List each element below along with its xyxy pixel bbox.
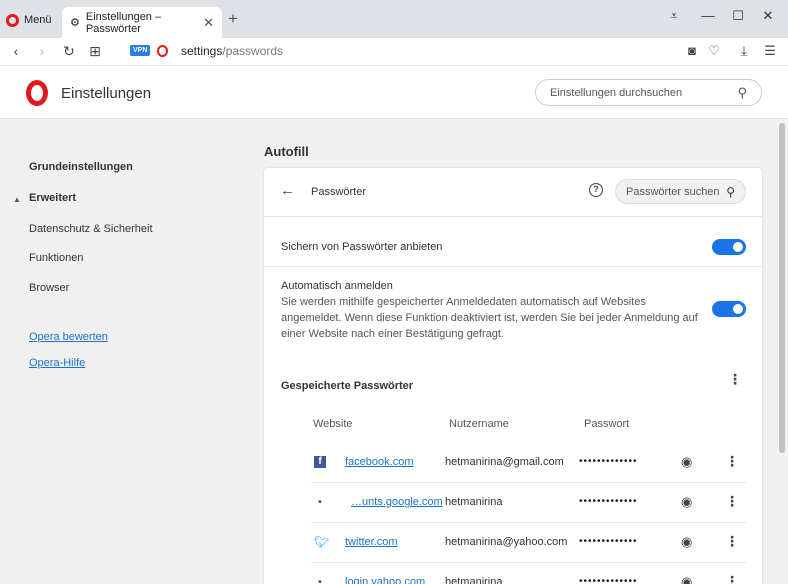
scrollbar-thumb[interactable]: [779, 123, 785, 453]
tab-settings-passwords[interactable]: ⚙ Einstellungen – Passwörter ✕: [62, 7, 222, 38]
collapse-arrow-icon[interactable]: ▲: [13, 195, 21, 204]
column-header-website: Website: [313, 418, 353, 430]
password-masked: •••••••••••••: [579, 576, 638, 584]
show-password-eye-icon[interactable]: ◉: [681, 534, 692, 550]
twitter-icon: 🐦︎: [314, 535, 330, 549]
back-icon[interactable]: ‹: [8, 43, 24, 59]
offer-save-toggle[interactable]: [712, 239, 746, 255]
camera-icon[interactable]: ◙: [684, 43, 700, 58]
sidebar-item-features[interactable]: Funktionen: [29, 252, 83, 264]
site-link[interactable]: facebook.com: [345, 456, 413, 468]
row-menu-icon[interactable]: ⋮: [725, 573, 739, 584]
document-icon: ▪: [318, 576, 322, 584]
show-password-eye-icon[interactable]: ◉: [681, 574, 692, 584]
settings-header: Einstellungen Einstellungen durchsuchen …: [0, 66, 788, 119]
password-search-input[interactable]: Passwörter suchen ⚲: [615, 179, 746, 204]
site-link[interactable]: twitter.com: [345, 536, 398, 548]
passwords-card: ← Passwörter ? Passwörter suchen ⚲ Siche…: [264, 168, 762, 584]
password-masked: •••••••••••••: [579, 456, 638, 467]
title-bar: Menü ⚙ Einstellungen – Passwörter ✕ + ⩡ …: [0, 0, 788, 38]
heart-icon[interactable]: ♡: [706, 43, 722, 59]
auto-signin-label: Automatisch anmelden: [281, 280, 393, 292]
password-row: f facebook.com hetmanirina@gmail.com •••…: [311, 443, 746, 483]
sidebar-item-privacy[interactable]: Datenschutz & Sicherheit: [29, 223, 153, 235]
url-field[interactable]: settings/passwords: [181, 44, 283, 58]
sidebar: Grundeinstellungen ▲ Erweitert Datenschu…: [0, 119, 196, 584]
password-masked: •••••••••••••: [579, 496, 638, 507]
settings-search-placeholder: Einstellungen durchsuchen: [550, 86, 683, 99]
minimize-button[interactable]: —: [698, 8, 718, 23]
password-search-placeholder: Passwörter suchen: [626, 185, 720, 198]
offer-save-label: Sichern von Passwörter anbieten: [281, 241, 443, 253]
password-row: ▪ login.yahoo.com hetmanirina ••••••••••…: [311, 563, 746, 584]
opera-logo-icon: [6, 13, 19, 27]
opera-menu-button[interactable]: Menü: [6, 10, 52, 30]
opera-help-link[interactable]: Opera-Hilfe: [29, 357, 85, 369]
show-password-eye-icon[interactable]: ◉: [681, 494, 692, 510]
settings-search-input[interactable]: Einstellungen durchsuchen ⚲: [535, 79, 762, 106]
site-link[interactable]: login.yahoo.com: [345, 576, 425, 584]
opera-url-icon: [157, 45, 168, 60]
divider: [264, 216, 762, 217]
sidebar-item-advanced[interactable]: Erweitert: [29, 192, 76, 204]
facebook-icon: f: [314, 456, 326, 468]
speed-dial-icon[interactable]: ⊞: [87, 43, 103, 60]
search-icon: ⚲: [737, 84, 747, 100]
section-title-autofill: Autofill: [264, 144, 309, 159]
tab-close-icon[interactable]: ✕: [203, 15, 214, 31]
auto-signin-description: Sie werden mithilfe gespeicherter Anmeld…: [281, 296, 698, 340]
search-icon: ⚲: [726, 184, 735, 199]
card-title: Passwörter: [311, 186, 367, 198]
row-menu-icon[interactable]: ⋮: [725, 453, 739, 470]
document-icon: ▪: [318, 496, 322, 508]
saved-passwords-title: Gespeicherte Passwörter: [281, 380, 414, 392]
tab-menu-icon[interactable]: ⩡: [664, 8, 684, 24]
divider: [264, 266, 762, 267]
auto-signin-toggle[interactable]: [712, 301, 746, 317]
gear-icon: ⚙: [70, 17, 80, 29]
new-tab-button[interactable]: +: [228, 9, 238, 29]
password-masked: •••••••••••••: [579, 536, 638, 547]
saved-passwords-menu-icon[interactable]: ⋮: [728, 371, 742, 388]
tab-title: Einstellungen – Passwörter: [85, 10, 162, 35]
easy-setup-icon[interactable]: ☰: [762, 43, 778, 59]
help-icon[interactable]: ?: [589, 183, 603, 197]
scrollbar[interactable]: [776, 119, 788, 584]
sidebar-item-browser[interactable]: Browser: [29, 282, 69, 294]
reload-icon[interactable]: ↻: [61, 43, 77, 60]
forward-icon[interactable]: ›: [34, 43, 50, 59]
show-password-eye-icon[interactable]: ◉: [681, 454, 692, 470]
rate-opera-link[interactable]: Opera bewerten: [29, 331, 108, 343]
password-row: ▪ …unts.google.com hetmanirina •••••••••…: [311, 483, 746, 523]
username: hetmanirina@yahoo.com: [445, 536, 568, 548]
back-arrow-icon[interactable]: ←: [280, 182, 295, 199]
password-row: 🐦︎ twitter.com hetmanirina@yahoo.com •••…: [311, 523, 746, 563]
row-menu-icon[interactable]: ⋮: [725, 533, 739, 550]
username: hetmanirina: [445, 576, 503, 584]
vpn-badge[interactable]: VPN: [130, 45, 151, 56]
opera-logo-icon: [26, 80, 48, 109]
column-header-password: Passwort: [584, 418, 630, 430]
menu-label: Menü: [24, 14, 52, 26]
close-window-button[interactable]: ✕: [758, 8, 778, 24]
download-icon[interactable]: ⤓: [736, 43, 752, 59]
column-header-username: Nutzername: [449, 418, 509, 430]
username: hetmanirina: [445, 496, 503, 508]
main-content: Autofill ← Passwörter ? Passwörter suche…: [196, 119, 776, 584]
username: hetmanirina@gmail.com: [445, 456, 564, 468]
row-menu-icon[interactable]: ⋮: [725, 493, 739, 510]
sidebar-item-basic[interactable]: Grundeinstellungen: [29, 161, 133, 173]
page-title: Einstellungen: [61, 85, 152, 102]
site-link[interactable]: …unts.google.com: [351, 496, 443, 508]
maximize-button[interactable]: ☐: [728, 8, 748, 24]
address-bar: ‹ › ↻ ⊞ VPN settings/passwords ◙ ♡ ⤓ ☰: [0, 38, 788, 66]
